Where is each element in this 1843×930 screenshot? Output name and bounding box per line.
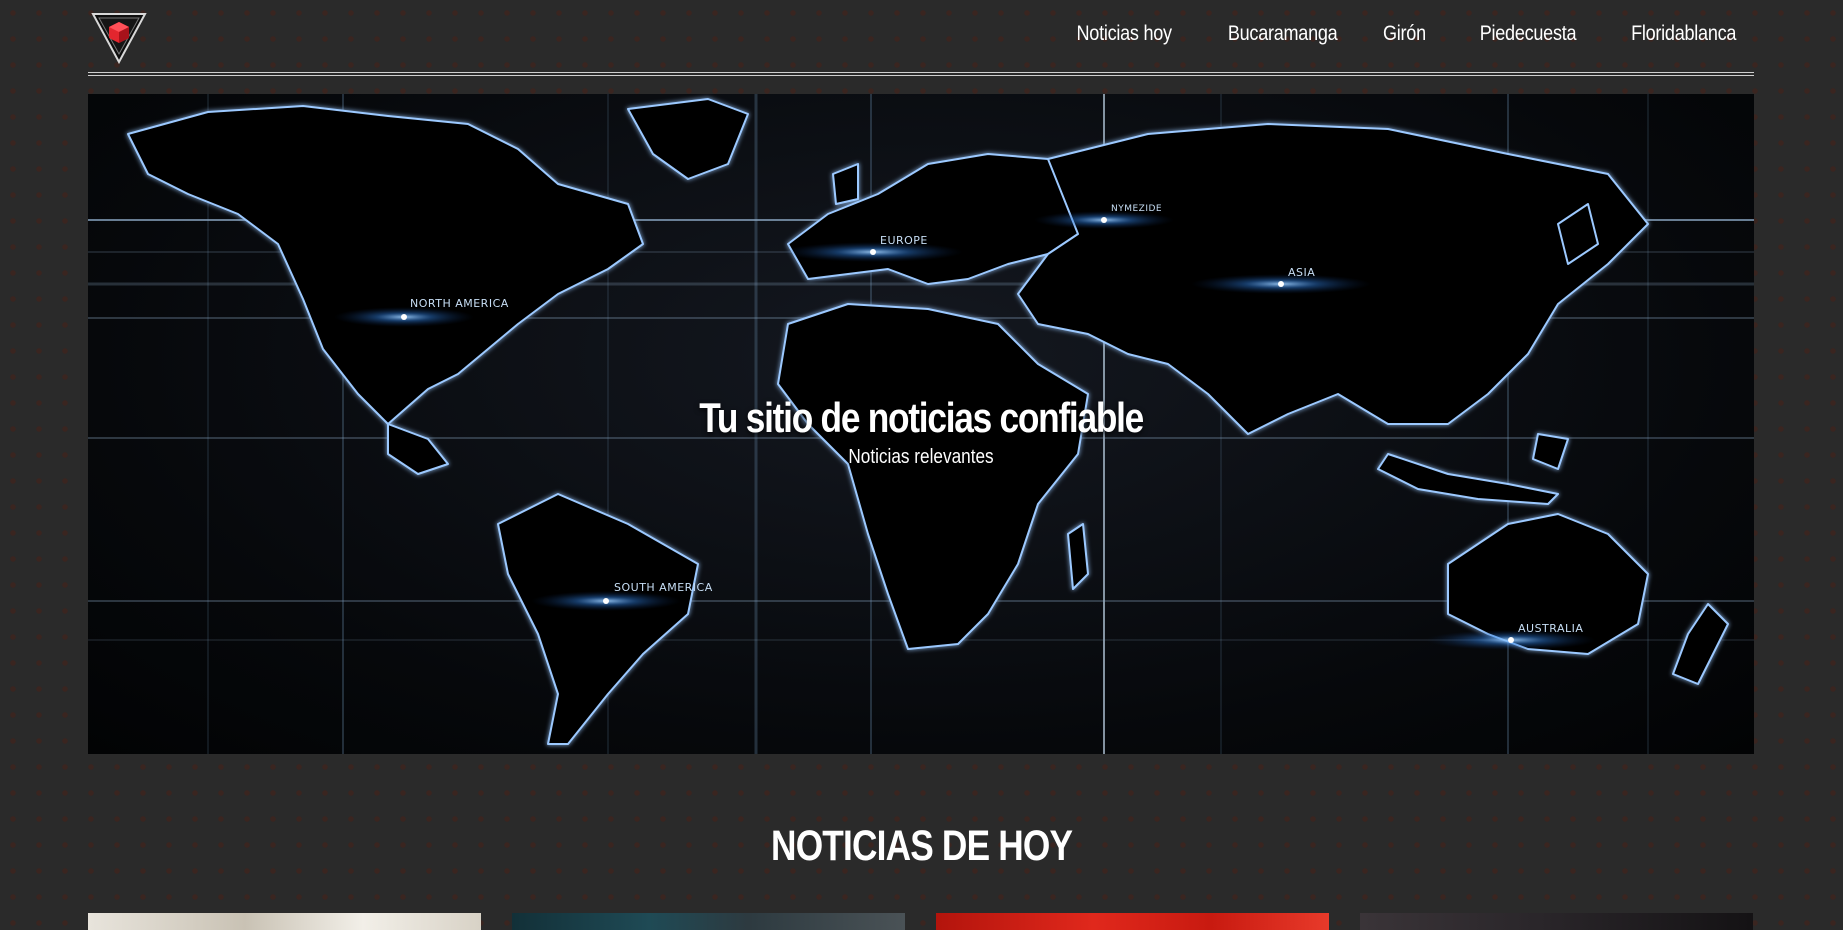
nav-piedecuesta[interactable]: Piedecuesta — [1479, 22, 1576, 46]
map-label-asia: ASIA — [1288, 266, 1315, 279]
news-card-image[interactable] — [1360, 913, 1753, 930]
header-divider — [88, 72, 1754, 76]
map-label-australia: AUSTRALIA — [1518, 622, 1583, 635]
nav-bucaramanga[interactable]: Bucaramanga — [1228, 22, 1338, 46]
hero-text: Tu sitio de noticias confiable Noticias … — [88, 394, 1754, 469]
hero-subtitle: Noticias relevantes — [848, 446, 994, 468]
hero-title: Tu sitio de noticias confiable — [699, 394, 1144, 441]
map-label-south-america: SOUTH AMERICA — [614, 581, 713, 594]
map-label-north-america: NORTH AMERICA — [410, 297, 509, 310]
nav-floridablanca[interactable]: Floridablanca — [1631, 22, 1736, 46]
section-title: NOTICIAS DE HOY — [0, 822, 1843, 871]
nav-noticias-hoy[interactable]: Noticias hoy — [1077, 22, 1173, 46]
news-card-image[interactable] — [512, 913, 905, 930]
map-label-europe: EUROPE — [880, 234, 928, 247]
triangle-cube-logo-icon — [91, 13, 147, 65]
section-title-text: NOTICIAS DE HOY — [770, 822, 1073, 870]
site-logo[interactable] — [91, 12, 147, 65]
hero-banner: NORTH AMERICA EUROPE NYMEZIDE ASIA SOUTH… — [88, 94, 1754, 754]
news-card-image[interactable] — [88, 913, 481, 930]
nav-giron[interactable]: Girón — [1383, 22, 1426, 46]
main-nav: Noticias hoy Bucaramanga Girón Piedecues… — [1061, 22, 1736, 46]
news-cards-row — [88, 913, 1754, 930]
map-label-nymezide: NYMEZIDE — [1111, 204, 1162, 214]
news-card-image[interactable] — [936, 913, 1329, 930]
site-header: Noticias hoy Bucaramanga Girón Piedecues… — [88, 0, 1754, 76]
